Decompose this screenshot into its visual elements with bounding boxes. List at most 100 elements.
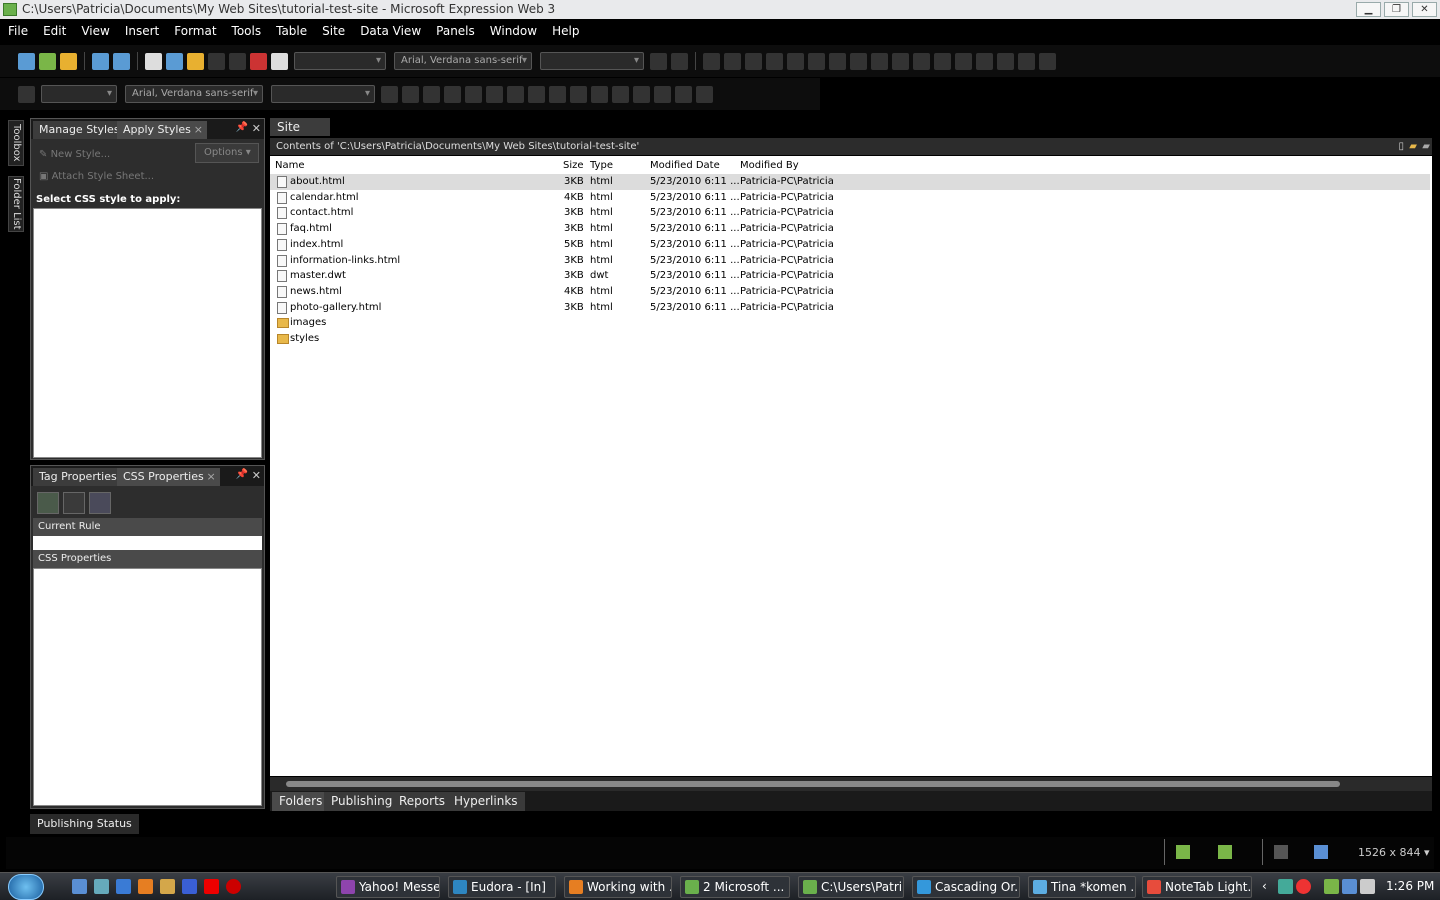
taskbar-button[interactable]: Eudora - [In] <box>448 876 556 898</box>
highlight-icon[interactable] <box>675 85 692 103</box>
style-dropdown[interactable] <box>294 52 386 70</box>
menu-help[interactable]: Help <box>544 19 586 43</box>
table-row[interactable]: contact.html 3KB html 5/23/2010 6:11 ... Pat… <box>270 205 1430 221</box>
options-button[interactable]: Options ▾ <box>195 143 259 163</box>
scrollbar-thumb[interactable] <box>286 781 1340 787</box>
network-icon[interactable] <box>1278 879 1293 894</box>
tab-site-view[interactable]: Site View <box>270 118 330 152</box>
redo-icon[interactable] <box>671 52 688 70</box>
align-center-icon[interactable] <box>465 85 482 103</box>
visual-aids-icon[interactable] <box>1176 845 1190 859</box>
align-left-icon[interactable] <box>444 85 461 103</box>
new-document-icon[interactable] <box>145 52 162 70</box>
firefox-icon[interactable] <box>138 879 153 894</box>
new-page-icon[interactable]: ▯ <box>1398 138 1404 155</box>
folder-list-tab[interactable]: Folder List <box>8 176 24 232</box>
menu-format[interactable]: Format <box>166 19 223 43</box>
new-folder-icon[interactable]: ▰ <box>1409 138 1417 155</box>
table-row[interactable]: master.dwt 3KB dwt 5/23/2010 6:11 ... Patric… <box>270 268 1430 284</box>
column-type[interactable]: Type <box>590 160 613 171</box>
table-row[interactable]: news.html 4KB html 5/23/2010 6:11 ... Patric… <box>270 284 1430 300</box>
publishing-status-tab[interactable]: Publishing Status <box>30 814 139 834</box>
italic-icon[interactable] <box>724 52 741 70</box>
picture-icon[interactable] <box>1018 52 1035 70</box>
volume-icon[interactable] <box>1360 879 1375 894</box>
tray-app-icon[interactable] <box>1324 879 1339 894</box>
categorized-icon[interactable] <box>37 492 59 514</box>
cut-icon[interactable] <box>229 52 246 70</box>
tab-publishing[interactable]: Publishing <box>324 792 400 811</box>
numbered-list-icon[interactable] <box>829 52 846 70</box>
site-icon[interactable] <box>39 52 56 70</box>
outdent-icon[interactable] <box>871 52 888 70</box>
column-modified-date[interactable]: Modified Date <box>650 160 720 171</box>
pin-icon[interactable]: 📌 <box>236 122 248 133</box>
tab-close-icon[interactable]: × <box>207 468 216 486</box>
menu-tools[interactable]: Tools <box>224 19 269 43</box>
close-icon[interactable]: ✕ <box>252 122 261 135</box>
tab-reports[interactable]: Reports <box>392 792 453 811</box>
taskbar-button[interactable]: Cascading Or... <box>912 876 1020 898</box>
bold-icon[interactable] <box>703 52 720 70</box>
menu-window[interactable]: Window <box>482 19 544 43</box>
tab-folders[interactable]: Folders <box>272 792 330 811</box>
align-center-icon[interactable] <box>787 52 804 70</box>
style-application-icon[interactable] <box>1218 845 1232 859</box>
explorer-icon[interactable] <box>94 879 109 894</box>
table-icon[interactable] <box>997 52 1014 70</box>
column-modified-by[interactable]: Modified By <box>740 160 799 171</box>
css-properties-grid[interactable] <box>33 568 262 806</box>
font-color-icon[interactable] <box>955 52 972 70</box>
close-icon[interactable]: ✕ <box>252 469 261 482</box>
align-left-icon[interactable] <box>766 52 783 70</box>
show-desktop-icon[interactable] <box>72 879 87 894</box>
table-row[interactable]: index.html 5KB html 5/23/2010 6:11 ... Patri… <box>270 237 1430 253</box>
menu-data-view[interactable]: Data View <box>352 19 428 43</box>
new-page-icon[interactable] <box>18 52 35 70</box>
menu-insert[interactable]: Insert <box>117 19 166 43</box>
borders-icon[interactable] <box>654 85 671 103</box>
switch-windows-icon[interactable] <box>182 879 197 894</box>
opera-icon[interactable] <box>226 879 241 894</box>
security-icon[interactable] <box>1296 879 1311 894</box>
justify-icon[interactable] <box>507 85 524 103</box>
font-family-dropdown[interactable]: Arial, Verdana sans-serif <box>394 52 532 70</box>
font-size-dropdown[interactable] <box>540 52 644 70</box>
table-row[interactable]: calendar.html 4KB html 5/23/2010 6:11 ... Pa… <box>270 190 1430 206</box>
doctype-icon[interactable] <box>1274 845 1288 859</box>
minimize-button[interactable]: ▁ <box>1356 2 1381 17</box>
taskbar-button[interactable]: Working with ... <box>564 876 672 898</box>
maximize-button[interactable]: ❐ <box>1384 2 1409 17</box>
preview-icon[interactable] <box>271 52 288 70</box>
style-icon[interactable] <box>113 52 130 70</box>
highlight-icon[interactable] <box>934 52 951 70</box>
font-color-icon[interactable] <box>696 85 713 103</box>
decrease-font-icon[interactable] <box>549 85 566 103</box>
monitor-icon[interactable] <box>1342 879 1357 894</box>
undo-icon[interactable] <box>650 52 667 70</box>
table-row[interactable]: images <box>270 315 1430 331</box>
indent-icon[interactable] <box>892 52 909 70</box>
clock[interactable]: 1:26 PM <box>1386 879 1434 893</box>
sharepoint-icon[interactable] <box>250 52 267 70</box>
toolbox-tab[interactable]: Toolbox <box>8 120 24 166</box>
align-right-icon[interactable] <box>486 85 503 103</box>
tab-hyperlinks[interactable]: Hyperlinks <box>447 792 525 811</box>
table-row[interactable]: faq.html 3KB html 5/23/2010 6:11 ... Patrici… <box>270 221 1430 237</box>
column-size[interactable]: Size <box>563 160 584 171</box>
format-icon[interactable] <box>92 52 109 70</box>
menu-file[interactable]: File <box>0 19 35 43</box>
tab-css-properties[interactable]: CSS Properties × <box>117 468 220 486</box>
folder-open-icon[interactable] <box>187 52 204 70</box>
record-icon[interactable] <box>1039 52 1056 70</box>
font-size-dropdown-2[interactable] <box>271 85 375 103</box>
table-row[interactable]: styles <box>270 331 1430 347</box>
bullet-list-icon[interactable] <box>850 52 867 70</box>
menu-table[interactable]: Table <box>268 19 314 43</box>
tab-tag-properties[interactable]: Tag Properties <box>33 468 123 486</box>
save-icon[interactable] <box>166 52 183 70</box>
new-style-button[interactable]: ✎ New Style... <box>39 149 110 160</box>
page-size-indicator[interactable]: 1526 x 844 ▾ <box>1358 846 1430 859</box>
underline-icon[interactable] <box>423 85 440 103</box>
menu-view[interactable]: View <box>73 19 116 43</box>
